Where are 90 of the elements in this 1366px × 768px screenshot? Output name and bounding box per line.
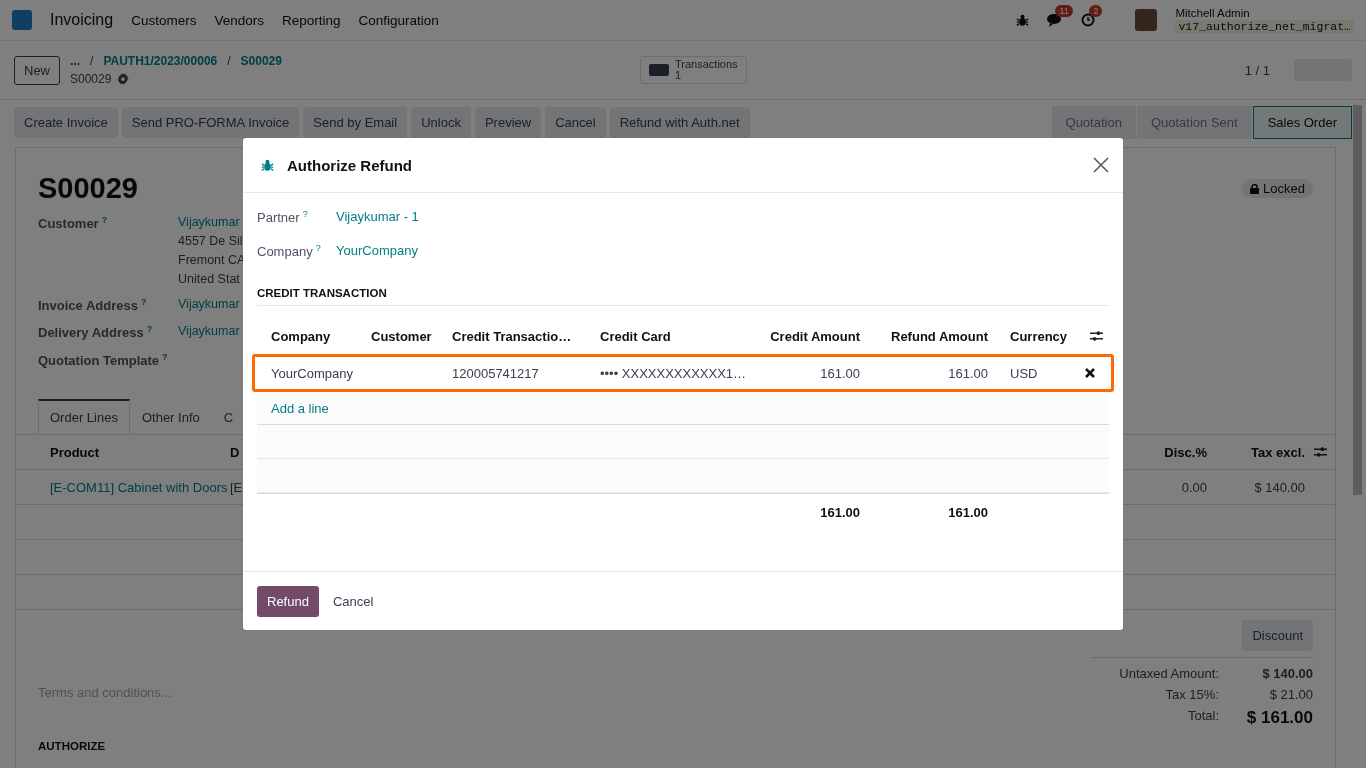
table-cell-text: 161.00 — [819, 364, 861, 383]
close-icon[interactable] — [1093, 157, 1109, 173]
section-heading: CREDIT TRANSACTION — [257, 287, 1109, 306]
record-title: S00029 — [38, 172, 138, 205]
bug-icon[interactable] — [1016, 13, 1030, 27]
refund-button[interactable]: Refund — [257, 585, 319, 617]
menu-item[interactable]: Reporting — [281, 12, 341, 28]
clock-icon[interactable] — [1081, 13, 1096, 27]
locked-badge: Locked — [1242, 179, 1313, 198]
column-header[interactable]: Currency — [996, 318, 1070, 354]
action-button[interactable]: Preview — [474, 106, 542, 138]
dialog-title: Authorize Refund — [287, 156, 412, 174]
notification-badge: 2 — [1089, 5, 1103, 17]
tab[interactable]: Order Lines — [38, 399, 130, 434]
column-header[interactable]: Credit Card — [586, 318, 745, 354]
user-avatar[interactable] — [1135, 9, 1158, 31]
user-name[interactable]: Mitchell Admin — [1175, 7, 1354, 20]
column-header[interactable]: Tax excl. — [1207, 444, 1305, 460]
field-label: Delivery Address $^{?}$ — [38, 324, 154, 341]
field-label: Customer $^{?}$ — [38, 215, 109, 234]
action-button[interactable]: Unlock — [411, 106, 471, 138]
menu-item[interactable]: Vendors — [214, 12, 264, 28]
app-name[interactable]: Invoicing — [50, 11, 114, 29]
action-button[interactable]: Send by Email — [303, 106, 408, 138]
cancel-button[interactable]: Cancel — [324, 585, 382, 617]
status-stage[interactable]: Sales Order — [1252, 105, 1352, 139]
table-cell-text: [E — [230, 479, 244, 495]
pager: 1 / 1 — [1244, 62, 1270, 78]
table-cell-text: USD — [1009, 364, 1039, 383]
status-stage[interactable]: Quotation Sent — [1136, 105, 1253, 139]
total-value: 161.00 — [947, 503, 989, 522]
table-cell-text: •••• XXXXXXXXXXXX1… — [599, 364, 745, 383]
column-header[interactable]: Refund Amount — [868, 318, 996, 354]
gear-icon[interactable] — [117, 73, 130, 85]
add-line-link[interactable]: Add a line — [271, 400, 329, 416]
tab[interactable]: Other Info — [129, 399, 212, 434]
table-cell-text: $ 140.00 — [1253, 479, 1305, 495]
section-heading: AUTHORIZE — [37, 739, 107, 752]
total-value: $ 161.00 — [1245, 708, 1313, 728]
highlighted-row[interactable]: YourCompany 120005741217 •••• XXXXXXXXXXXX1… 161.00 161.00 USD — [252, 354, 1114, 392]
tab[interactable]: C — [211, 399, 246, 434]
action-button[interactable]: Cancel — [545, 106, 606, 138]
discount-button[interactable]: Discount — [1242, 620, 1313, 651]
total-label: Untaxed Amount: — [1118, 666, 1219, 681]
column-header[interactable]: Credit Transactio… — [438, 318, 586, 354]
total-label: Tax 15%: — [1164, 687, 1219, 702]
status-stage[interactable]: Quotation — [1051, 105, 1137, 139]
delete-icon[interactable] — [1084, 368, 1095, 378]
field-link[interactable]: YourCompany — [336, 243, 1109, 258]
field-label: Invoice Address $^{?}$ — [38, 297, 148, 314]
column-header[interactable]: Company — [257, 318, 357, 354]
total-value: $ 140.00 — [1261, 666, 1313, 681]
column-header[interactable]: Product — [50, 444, 230, 460]
column-header[interactable]: Customer — [357, 318, 438, 354]
new-button[interactable]: New — [14, 55, 60, 85]
transactions-button[interactable]: Transactions 1 — [640, 56, 747, 84]
field-label: Quotation Template $^{?}$ — [38, 351, 169, 368]
record-name: S00029 — [70, 72, 112, 86]
field-label: Company $^{?}$ — [257, 243, 322, 260]
address-line: 4557 De Sil — [178, 234, 244, 248]
chat-icon[interactable] — [1047, 13, 1064, 27]
table-cell-text: 0.00 — [1180, 479, 1207, 495]
bug-icon[interactable] — [261, 158, 274, 172]
table-cell-text: 161.00 — [947, 364, 989, 383]
menu-item[interactable]: Configuration — [358, 12, 439, 28]
total-value: $ 21.00 — [1268, 687, 1313, 702]
total-label: Total: — [1186, 708, 1219, 725]
settings-sliders-icon[interactable] — [1314, 446, 1327, 458]
table-cell-text: 120005741217 — [451, 364, 540, 383]
breadcrumb-link[interactable]: PAUTH1/2023/00006 — [103, 54, 218, 68]
table-cell-text: YourCompany — [270, 364, 354, 383]
breadcrumb-link[interactable]: S00029 — [240, 54, 282, 68]
breadcrumb-separator: / — [90, 54, 94, 68]
breadcrumb-link[interactable]: ... — [70, 54, 81, 68]
action-button[interactable]: Create Invoice — [14, 106, 118, 138]
notification-badge: 11 — [1055, 5, 1073, 17]
field-link[interactable]: Vijaykumar - 1 — [336, 209, 1109, 224]
address-line: United Stat — [178, 272, 241, 286]
breadcrumb-separator: / — [227, 54, 231, 68]
field-label: Partner $^{?}$ — [257, 209, 309, 226]
action-button[interactable]: Send PRO-FORMA Invoice — [121, 106, 300, 138]
database-name: v17_authorize_net_migrat… — [1175, 20, 1354, 33]
money-icon — [649, 64, 669, 76]
scrollbar[interactable] — [1353, 105, 1362, 495]
action-button[interactable]: Refund with Auth.net — [609, 106, 750, 138]
settings-sliders-icon[interactable] — [1090, 330, 1103, 342]
menu-item[interactable]: Customers — [131, 12, 197, 28]
product-link[interactable]: [E-COM11] Cabinet with Doors — [50, 479, 230, 495]
column-header[interactable]: Credit Amount — [745, 318, 868, 354]
total-value: 161.00 — [819, 503, 861, 522]
